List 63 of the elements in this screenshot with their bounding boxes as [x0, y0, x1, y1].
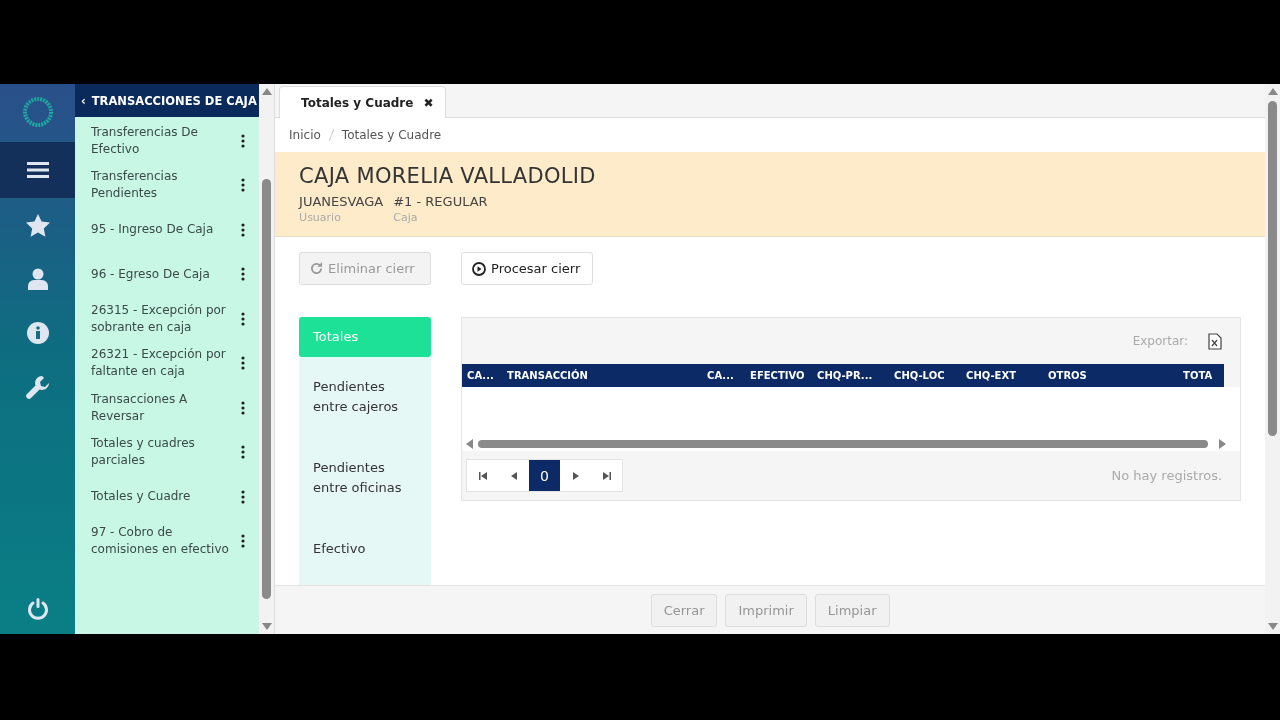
scrollbar[interactable] [259, 84, 275, 634]
info-icon [26, 322, 49, 344]
horizontal-scrollbar[interactable] [462, 437, 1241, 451]
scrollbar[interactable] [1265, 84, 1280, 634]
column-header[interactable]: CA... [462, 370, 503, 381]
section-tab[interactable]: Pendientes entre cajeros [299, 367, 432, 427]
empty-message: No hay registros. [1111, 468, 1223, 483]
column-header[interactable]: TOTA [1178, 370, 1220, 381]
wrench-icon [25, 375, 50, 399]
page-title: CAJA MORELIA VALLADOLID [299, 164, 597, 188]
column-header[interactable]: CHQ-PR... [812, 370, 890, 381]
column-header[interactable]: CA... [702, 370, 746, 381]
logo-icon [21, 96, 54, 128]
submenu-item[interactable]: 95 - Ingreso De Caja [91, 221, 231, 238]
reload-icon [310, 262, 324, 275]
column-header[interactable]: CHQ-EXT [961, 370, 1044, 381]
more-icon[interactable] [241, 400, 246, 415]
export-label: Exportar: [1132, 334, 1189, 348]
field-value: JUANESVAGA [299, 194, 384, 209]
last-page-icon [602, 471, 611, 480]
menu-icon [26, 161, 49, 179]
first-page-icon [478, 471, 487, 480]
tab[interactable]: Totales y Cuadre ✖ [279, 86, 447, 118]
power-icon[interactable] [26, 598, 49, 620]
breadcrumb-link[interactable]: Totales y Cuadre [341, 128, 442, 142]
next-icon [572, 471, 579, 480]
breadcrumb-link[interactable]: Inicio [289, 128, 321, 142]
field-label: Caja [393, 211, 419, 224]
submenu-item[interactable]: 26321 - Excepción por faltante en caja [91, 346, 231, 380]
submenu-header[interactable]: ‹ TRANSACCIONES DE CAJA [75, 84, 260, 117]
more-icon[interactable] [241, 489, 246, 504]
submenu-item[interactable]: 97 - Cobro de comisiones en efectivo [91, 524, 231, 558]
star-icon [25, 213, 50, 237]
more-icon[interactable] [241, 311, 246, 326]
previous-icon [510, 471, 517, 480]
submenu-item[interactable]: Totales y Cuadre [91, 488, 231, 505]
user-icon [27, 268, 48, 290]
column-header[interactable]: EFECTIVO [745, 370, 813, 381]
more-icon[interactable] [241, 222, 246, 237]
submenu-item[interactable]: Transferencias Pendientes [91, 168, 231, 202]
column-header[interactable]: TRANSACCIÓN [502, 370, 703, 381]
more-icon[interactable] [241, 267, 246, 281]
column-header[interactable]: CHQ-LOC [889, 370, 962, 381]
section-tab[interactable]: Pendientes entre oficinas [299, 448, 432, 508]
section-tab[interactable]: Efectivo [299, 529, 432, 569]
rail-item[interactable] [0, 142, 75, 198]
more-icon[interactable] [241, 534, 246, 548]
excel-file-icon[interactable] [1208, 332, 1223, 350]
more-icon[interactable] [241, 133, 246, 148]
more-icon[interactable] [241, 445, 246, 459]
action-button[interactable]: Procesar cierr [461, 252, 594, 285]
field-value: #1 - REGULAR [393, 194, 488, 209]
more-icon[interactable] [241, 178, 246, 192]
field-label: Usuario [299, 211, 342, 224]
submenu-item[interactable]: Transferencias De Efectivo [91, 123, 231, 158]
column-header[interactable]: OTROS [1043, 370, 1179, 381]
submenu-item[interactable]: Totales y cuadres parciales [91, 435, 231, 469]
submenu-item[interactable]: 26315 - Excepción por sobrante en caja [91, 301, 231, 336]
play-icon [472, 261, 487, 276]
submenu-item[interactable]: Transacciones A Reversar [91, 390, 231, 425]
more-icon[interactable] [241, 356, 246, 370]
submenu-item[interactable]: 96 - Egreso De Caja [91, 265, 231, 283]
page-button[interactable]: 0 [529, 460, 561, 491]
